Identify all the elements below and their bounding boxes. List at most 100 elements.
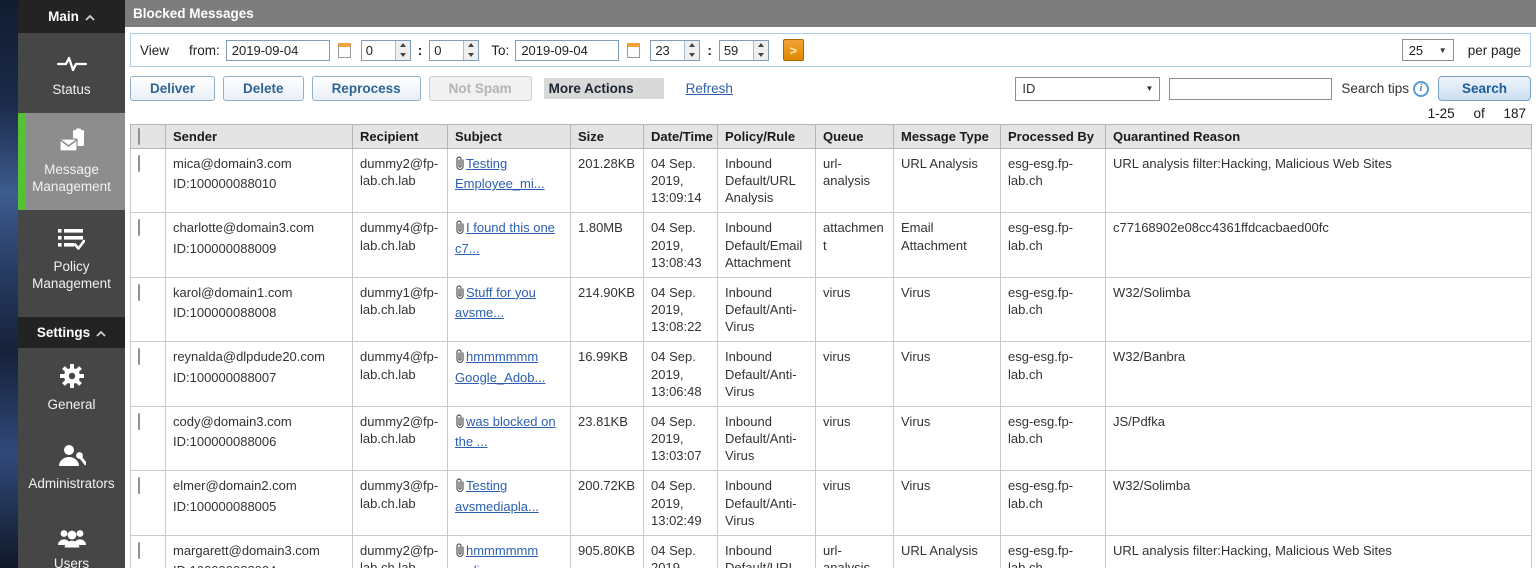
- subject-link[interactable]: hmmmmmm proliance.p...: [455, 543, 538, 568]
- subject-link[interactable]: I found this one c7...: [455, 220, 555, 255]
- more-actions-menu[interactable]: More Actions: [543, 78, 664, 99]
- to-minute-stepper[interactable]: 59: [718, 39, 769, 61]
- from-hour-stepper[interactable]: 0: [360, 39, 411, 61]
- deliver-button[interactable]: Deliver: [130, 76, 216, 101]
- to-hour-stepper[interactable]: 23: [650, 39, 701, 61]
- col-policy-rule[interactable]: Policy/Rule: [717, 124, 816, 149]
- spin-down-icon[interactable]: [396, 50, 410, 60]
- sidebar-item-policy-management[interactable]: Policy Management: [18, 210, 125, 307]
- subject-link[interactable]: was blocked on the ...: [455, 414, 556, 449]
- processed-by-cell: esg-esg.fp-lab.ch: [1000, 341, 1106, 407]
- spin-down-icon[interactable]: [685, 50, 699, 60]
- per-page-select[interactable]: 25 ▼: [1401, 39, 1454, 61]
- sidebar-item-users[interactable]: Users: [18, 507, 125, 568]
- subject-cell: hmmmmmm proliance.p...: [447, 534, 571, 568]
- sidebar-item-administrators[interactable]: Administrators: [18, 427, 125, 507]
- row-checkbox[interactable]: [138, 155, 140, 172]
- sender-cell: mica@domain3.com ID:100000088010: [165, 147, 353, 214]
- sidebar-section-settings[interactable]: Settings: [18, 316, 125, 348]
- recipient-cell: dummy1@fp-lab.ch.lab: [352, 276, 448, 343]
- row-checkbox[interactable]: [138, 477, 140, 495]
- search-button[interactable]: Search: [1437, 76, 1531, 101]
- col-queue[interactable]: Queue: [815, 124, 894, 149]
- sidebar-item-label: Message Management: [32, 161, 111, 195]
- delete-button[interactable]: Delete: [223, 76, 304, 101]
- sidebar-section-main[interactable]: Main: [18, 0, 125, 33]
- from-minute-value[interactable]: 0: [430, 40, 465, 60]
- search-category-select[interactable]: ID ▼: [1015, 76, 1161, 101]
- spin-down-icon[interactable]: [464, 50, 478, 60]
- quarantined-reason-cell: URL analysis filter:Hacking, Malicious W…: [1105, 534, 1532, 568]
- from-minute-stepper[interactable]: 0: [429, 39, 480, 61]
- chevron-down-icon: ▼: [1145, 84, 1154, 93]
- col-size[interactable]: Size: [570, 124, 644, 149]
- search-tips-link[interactable]: Search tips i: [1341, 80, 1429, 97]
- spin-up-icon[interactable]: [754, 41, 768, 51]
- refresh-link[interactable]: Refresh: [686, 81, 733, 96]
- spin-down-icon[interactable]: [754, 50, 768, 60]
- subject-cell: Stuff for you avsme...: [447, 276, 571, 343]
- sidebar-item-status[interactable]: Status: [18, 33, 125, 113]
- chevron-down-icon: ▼: [1438, 45, 1447, 55]
- spin-up-icon[interactable]: [396, 41, 410, 51]
- table-header-row: Sender Recipient Subject Size Date/Time …: [130, 124, 1532, 149]
- message-id: ID:100000088007: [173, 369, 277, 385]
- recipient-cell: dummy2@fp-lab.ch.lab: [352, 534, 448, 568]
- row-checkbox[interactable]: [138, 219, 140, 237]
- row-checkbox[interactable]: [138, 283, 140, 301]
- subject-link[interactable]: Stuff for you avsme...: [455, 285, 536, 320]
- checkbox-cell: [130, 470, 166, 536]
- sidebar-item-label: Policy Management: [32, 258, 111, 292]
- subject-link[interactable]: hmmmmmm Google_Adob...: [455, 349, 545, 384]
- spin-up-icon[interactable]: [464, 41, 478, 51]
- col-message-type[interactable]: Message Type: [893, 124, 1001, 149]
- to-minute-value[interactable]: 59: [720, 40, 754, 60]
- policy-rule-cell: Inbound Default/Anti-Virus: [717, 470, 816, 536]
- checkbox-cell: [130, 147, 166, 214]
- to-hour-value[interactable]: 23: [651, 40, 686, 60]
- col-datetime[interactable]: Date/Time: [643, 124, 718, 149]
- sidebar-section-main-label: Main: [48, 9, 79, 24]
- calendar-icon[interactable]: [627, 42, 641, 58]
- search-input[interactable]: [1169, 77, 1333, 100]
- col-subject[interactable]: Subject: [447, 124, 571, 149]
- time-separator: :: [417, 42, 423, 58]
- row-checkbox[interactable]: [138, 412, 140, 430]
- quarantined-reason-cell: W32/Solimba: [1105, 470, 1532, 536]
- info-icon: i: [1412, 80, 1429, 97]
- row-checkbox[interactable]: [138, 541, 140, 559]
- apply-date-range-button[interactable]: >: [782, 39, 804, 61]
- to-date-input[interactable]: 2019-09-04: [515, 39, 620, 61]
- subject-cell: hmmmmmm Google_Adob...: [447, 341, 571, 407]
- col-recipient[interactable]: Recipient: [352, 124, 448, 149]
- quarantined-reason-cell: JS/Pdfka: [1105, 405, 1532, 472]
- quarantined-reason-cell: c77168902e08cc4361ffdcacbaed00fc: [1105, 212, 1532, 278]
- subject-link[interactable]: Testing avsmediapla...: [455, 478, 539, 513]
- queue-cell: attachment: [815, 212, 894, 278]
- row-checkbox[interactable]: [138, 348, 140, 366]
- message-id: ID:100000088006: [173, 434, 277, 450]
- sidebar-item-general[interactable]: General: [18, 348, 125, 428]
- main-content: Blocked Messages View from: 2019-09-04 0…: [125, 0, 1536, 568]
- subject-link[interactable]: Testing Employee_mi...: [455, 156, 545, 191]
- table-row: mica@domain3.com ID:100000088010 dummy2@…: [130, 147, 1532, 214]
- spin-up-icon[interactable]: [685, 41, 699, 51]
- from-label: from:: [189, 42, 220, 58]
- sender-cell: reynalda@dlpdude20.com ID:100000088007: [165, 341, 353, 407]
- from-hour-value[interactable]: 0: [362, 40, 396, 60]
- table-row: reynalda@dlpdude20.com ID:100000088007 d…: [130, 341, 1532, 407]
- col-processed-by[interactable]: Processed By: [1000, 124, 1106, 149]
- sender-cell: margarett@domain3.com ID:100000088004: [165, 534, 353, 568]
- sender-email: mica@domain3.com: [173, 156, 292, 171]
- reprocess-button[interactable]: Reprocess: [311, 76, 421, 101]
- message-id: ID:100000088004: [173, 562, 345, 568]
- col-quarantined-reason[interactable]: Quarantined Reason: [1105, 124, 1532, 149]
- select-all-checkbox[interactable]: [138, 128, 140, 145]
- size-cell: 200.72KB: [570, 470, 644, 536]
- quarantined-reason-cell: W32/Banbra: [1105, 341, 1532, 407]
- calendar-icon[interactable]: [337, 42, 351, 58]
- sidebar-item-message-management[interactable]: Message Management: [18, 112, 125, 210]
- from-date-input[interactable]: 2019-09-04: [225, 39, 330, 61]
- col-sender[interactable]: Sender: [165, 124, 353, 149]
- sender-email: reynalda@dlpdude20.com: [173, 349, 325, 365]
